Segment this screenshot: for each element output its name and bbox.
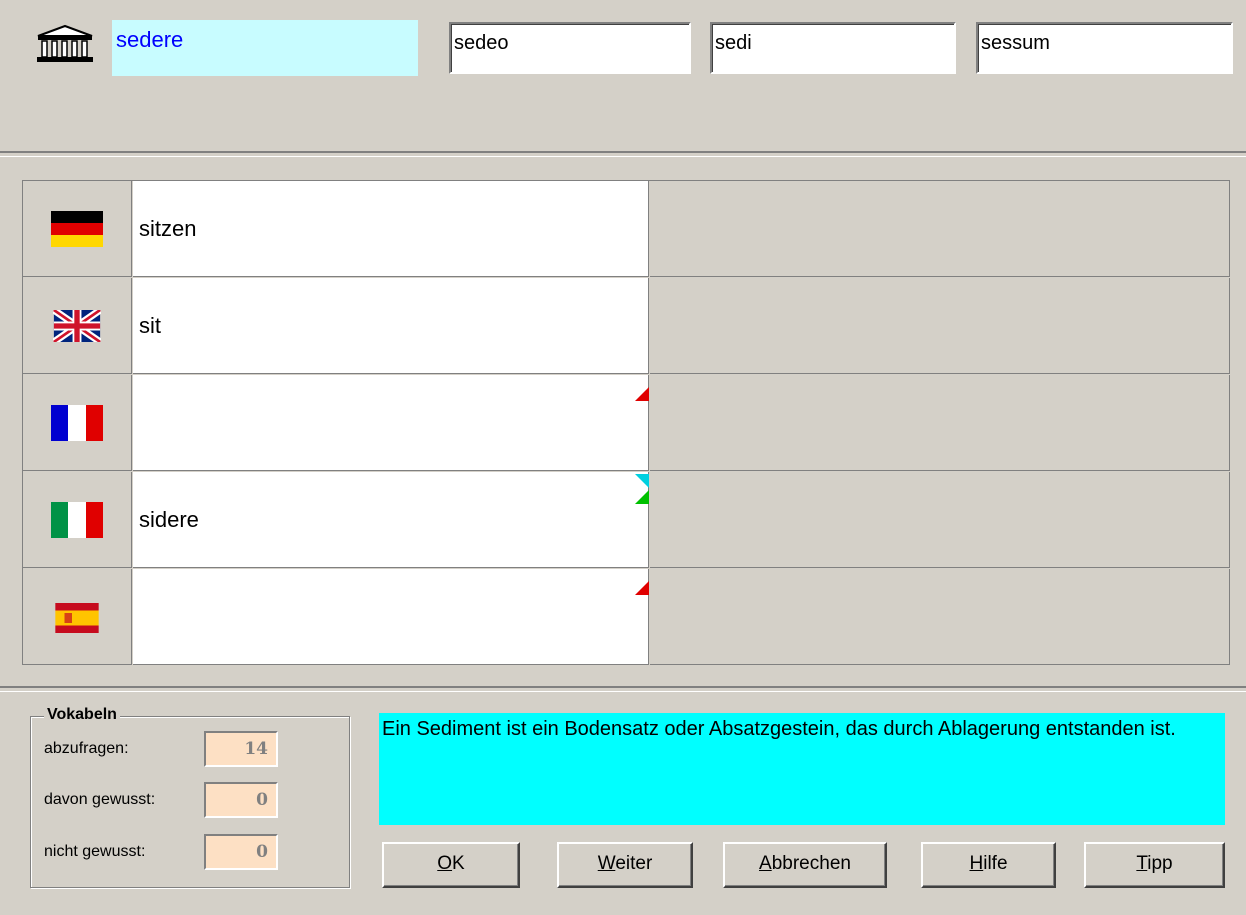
hilfe-accel: H [969,853,984,874]
result-cell-french [650,375,1230,471]
german-translation-field[interactable]: sitzen [133,181,649,277]
form-field-2[interactable]: sedi [710,22,956,74]
abzufragen-label: abzufragen: [44,740,129,757]
flag-cell [23,569,132,665]
form-field-1[interactable]: sedeo [449,22,691,74]
result-cell-german [650,181,1230,277]
grid-row-spanish [23,569,1230,665]
german-flag-icon [51,211,103,247]
french-translation-field[interactable] [133,375,649,471]
weiter-label: eiter [615,853,653,874]
hilfe-label: ilfe [983,853,1008,874]
uk-flag-icon [53,310,101,342]
red-marker-icon [635,581,649,595]
temple-icon [34,24,96,64]
red-marker-icon [635,387,649,401]
italian-flag-icon [51,502,103,538]
result-cell-italian [650,472,1230,568]
hilfe-button[interactable]: Hilfe [921,842,1056,888]
flag-cell [23,472,132,568]
grid-row-italian: sidere [23,472,1230,568]
italian-translation-field[interactable]: sidere [133,472,649,568]
separator-bottom [0,686,1246,692]
tipp-button[interactable]: Tipp [1084,842,1225,888]
weiter-accel: W [597,853,616,874]
abzufragen-value: 14 [204,731,278,767]
grid-row-german: sitzen [23,181,1230,277]
cyan-green-marker-icon [635,474,649,504]
grid-row-english: sit [23,278,1230,374]
french-flag-icon [51,405,103,441]
hint-text: Ein Sediment ist ein Bodensatz oder Absa… [379,713,1225,825]
ok-accel: O [437,853,453,874]
flag-cell [23,375,132,471]
tipp-accel: T [1136,853,1148,874]
result-cell-spanish [650,569,1230,665]
translation-grid: sitzen sit sidere [22,180,1230,665]
spanish-flag-icon [55,603,99,633]
english-translation-field[interactable]: sit [133,278,649,374]
abbrechen-accel: A [759,853,772,874]
flag-cell [23,181,132,277]
weiter-button[interactable]: Weiter [557,842,693,888]
tipp-label: ipp [1147,853,1173,874]
gewusst-value: 0 [204,782,278,818]
spanish-translation-field[interactable] [133,569,649,665]
ok-label: K [452,853,465,874]
abbrechen-label: bbrechen [771,853,851,874]
ok-button[interactable]: OK [382,842,520,888]
form-field-3[interactable]: sessum [976,22,1233,74]
gewusst-label: davon gewusst: [44,791,156,808]
vokabeln-title: Vokabeln [44,706,120,724]
nicht-gewusst-label: nicht gewusst: [44,843,146,860]
abbrechen-button[interactable]: Abbrechen [723,842,887,888]
grid-row-french [23,375,1230,471]
separator-top [0,151,1246,157]
flag-cell [23,278,132,374]
latin-word: sedere [112,20,418,76]
result-cell-english [650,278,1230,374]
nicht-gewusst-value: 0 [204,834,278,870]
